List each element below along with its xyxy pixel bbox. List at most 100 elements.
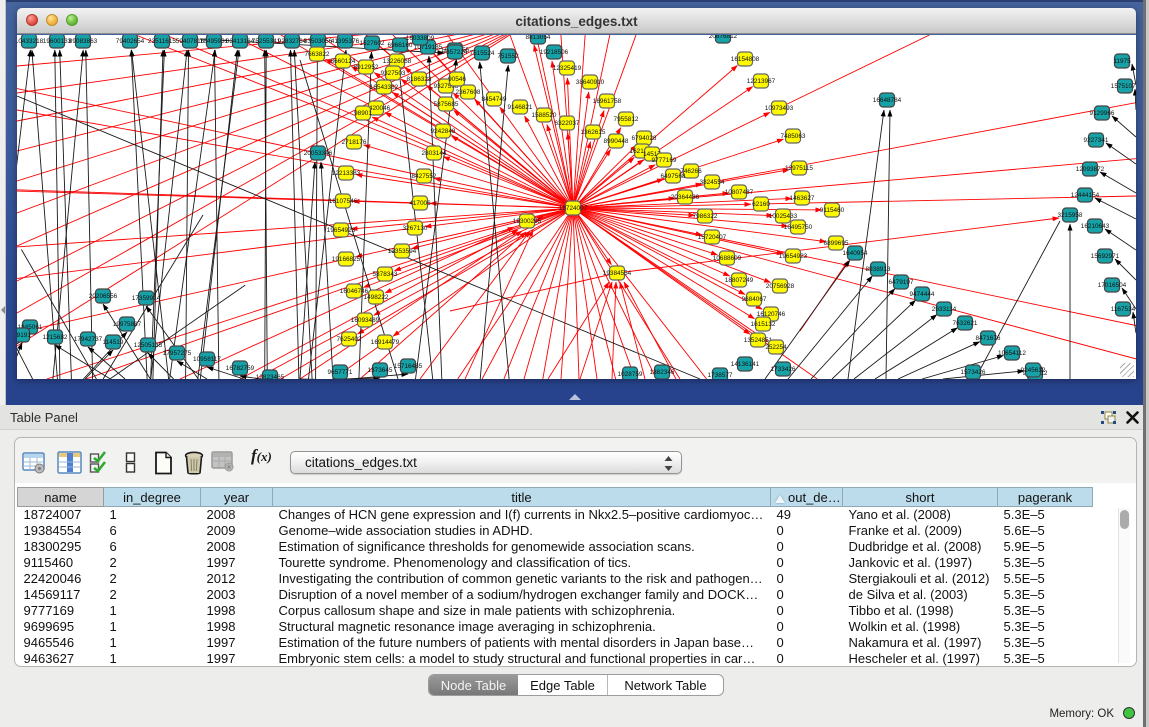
svg-text:9227341: 9227341: [1084, 137, 1109, 144]
svg-text:7632621: 7632621: [953, 320, 978, 327]
svg-text:417006: 417006: [409, 200, 431, 207]
svg-text:13353594: 13353594: [388, 248, 417, 255]
svg-text:8427552: 8427552: [412, 173, 437, 180]
svg-text:19600133: 19600133: [43, 38, 72, 45]
svg-text:2367608: 2367608: [456, 89, 481, 96]
svg-text:9242848: 9242848: [431, 128, 456, 135]
svg-text:19654923: 19654923: [779, 253, 808, 260]
svg-text:38640910: 38640910: [576, 79, 605, 86]
svg-text:62160: 62160: [752, 201, 770, 208]
svg-text:75255341: 75255341: [252, 38, 281, 45]
svg-text:19654923: 19654923: [327, 227, 356, 234]
svg-text:751552: 751552: [497, 53, 519, 60]
svg-text:8938913: 8938913: [866, 266, 891, 273]
svg-text:3824554: 3824554: [700, 179, 725, 186]
svg-text:10654112: 10654112: [998, 350, 1026, 357]
svg-text:19975887: 19975887: [113, 321, 142, 328]
svg-text:8990448: 8990448: [604, 138, 629, 145]
svg-text:1615132: 1615132: [751, 321, 776, 328]
svg-text:11975: 11975: [1113, 58, 1131, 65]
svg-text:10688609: 10688609: [713, 255, 742, 262]
svg-text:19384554: 19384554: [603, 270, 632, 277]
svg-text:1463627: 1463627: [790, 195, 815, 202]
svg-text:17957275: 17957275: [163, 350, 192, 357]
svg-text:1588520: 1588520: [532, 112, 557, 119]
svg-text:9327503: 9327503: [381, 70, 406, 77]
svg-text:16107546: 16107546: [329, 198, 358, 205]
svg-text:252254: 252254: [765, 344, 787, 351]
svg-text:1640954: 1640954: [843, 250, 868, 257]
svg-text:12975115: 12975115: [785, 165, 813, 172]
svg-text:83503056: 83503056: [304, 38, 333, 45]
svg-text:9115460: 9115460: [820, 207, 845, 214]
svg-text:2803144: 2803144: [422, 150, 447, 157]
svg-text:7357224: 7357224: [443, 49, 468, 56]
svg-text:8454749: 8454749: [482, 96, 507, 103]
svg-text:8471676: 8471676: [976, 335, 1001, 342]
svg-text:12213967: 12213967: [747, 78, 776, 85]
svg-text:98901: 98901: [354, 110, 372, 117]
svg-text:10973493: 10973493: [765, 105, 794, 112]
svg-text:18724007: 18724007: [559, 205, 588, 212]
svg-text:9474444: 9474444: [910, 291, 935, 298]
svg-text:1373645: 1373645: [368, 367, 393, 374]
svg-text:39191: 39191: [17, 332, 31, 339]
svg-text:20364436: 20364436: [671, 194, 700, 201]
svg-text:5878343: 5878343: [373, 271, 398, 278]
svg-text:19218506: 19218506: [540, 49, 569, 56]
svg-text:03413164: 03413164: [226, 38, 255, 45]
svg-text:8186323: 8186323: [407, 76, 432, 83]
svg-text:16154808: 16154808: [731, 56, 760, 63]
svg-text:2718176: 2718176: [342, 139, 367, 146]
svg-text:6497568: 6497568: [661, 173, 686, 180]
svg-text:12444154: 12444154: [1071, 192, 1100, 199]
svg-text:9684067: 9684067: [742, 296, 767, 303]
svg-text:15716485: 15716485: [394, 363, 423, 370]
svg-text:18495931: 18495931: [200, 38, 229, 45]
svg-text:7986322: 7986322: [693, 213, 718, 220]
svg-text:7625402: 7625402: [337, 336, 362, 343]
svg-text:19300295: 19300295: [513, 218, 542, 225]
svg-text:20053346: 20053346: [304, 150, 333, 157]
svg-text:16093489: 16093489: [351, 317, 380, 324]
svg-text:114519: 114519: [103, 339, 124, 346]
svg-text:1527602: 1527602: [360, 40, 385, 47]
svg-text:18807249: 18807249: [725, 277, 754, 284]
svg-text:1028759: 1028759: [618, 371, 643, 378]
svg-text:6322037: 6322037: [555, 120, 580, 127]
svg-text:16543382: 16543382: [370, 84, 399, 91]
svg-text:16961758: 16961758: [593, 98, 622, 105]
svg-text:1498222: 1498222: [364, 294, 389, 301]
svg-text:2933114: 2933114: [932, 306, 957, 313]
svg-text:8813054: 8813054: [526, 35, 551, 41]
svg-text:9146821: 9146821: [508, 104, 533, 111]
svg-text:10025433: 10025433: [769, 213, 798, 220]
svg-text:7955812: 7955812: [614, 116, 639, 123]
svg-text:6479197: 6479197: [889, 279, 914, 286]
svg-text:9657771: 9657771: [328, 369, 353, 376]
svg-text:12093872: 12093872: [1076, 166, 1105, 173]
svg-text:17359914: 17359914: [132, 295, 161, 302]
svg-text:1733426: 1733426: [771, 366, 796, 373]
svg-text:1738577: 1738577: [708, 372, 733, 379]
svg-text:41395376: 41395376: [331, 38, 360, 45]
svg-text:15692971: 15692971: [1091, 253, 1120, 260]
svg-text:17942737: 17942737: [74, 336, 103, 343]
svg-text:12505135: 12505135: [134, 342, 163, 349]
svg-text:6794028: 6794028: [632, 135, 657, 142]
svg-text:16210643: 16210643: [1081, 223, 1110, 230]
svg-text:19166825: 19166825: [332, 256, 361, 263]
svg-text:7515524: 7515524: [470, 50, 495, 57]
svg-text:1362615: 1362615: [581, 129, 606, 136]
svg-text:15751074: 15751074: [1111, 83, 1136, 90]
svg-text:10433218: 10433218: [17, 38, 44, 45]
svg-text:12213383: 12213383: [332, 170, 361, 177]
svg-text:13226058: 13226058: [383, 58, 412, 65]
svg-text:20876812: 20876812: [709, 35, 738, 40]
svg-text:1215682: 1215682: [43, 334, 68, 341]
svg-text:89083863: 89083863: [69, 38, 98, 45]
svg-text:9245632: 9245632: [1021, 367, 1046, 374]
svg-text:17016504: 17016504: [1098, 282, 1127, 289]
svg-text:20756928: 20756928: [766, 283, 795, 290]
svg-text:15720407: 15720407: [698, 234, 727, 241]
